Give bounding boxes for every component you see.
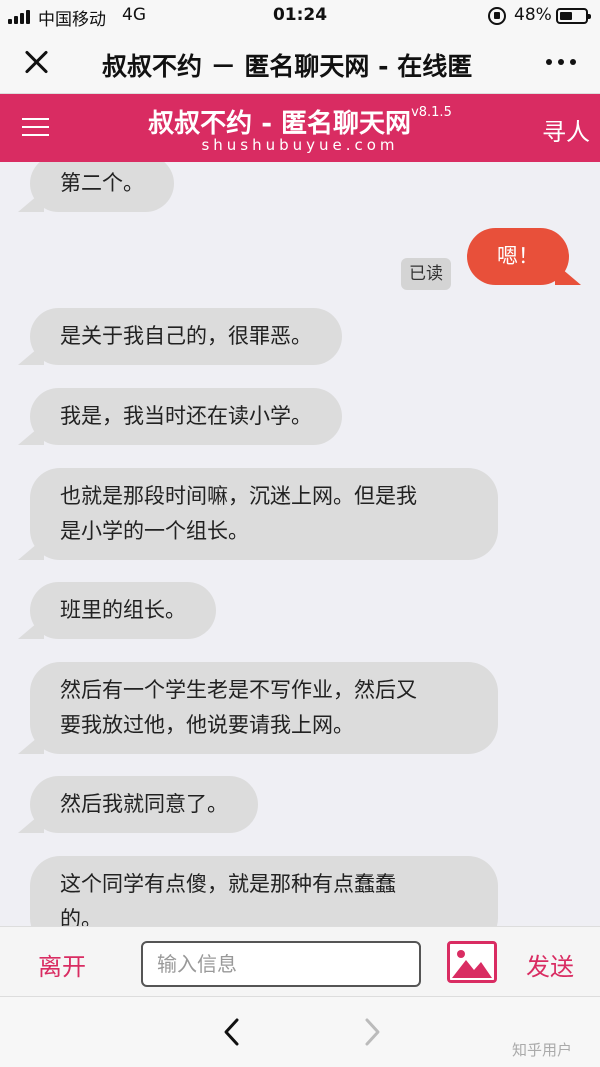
battery-percent: 48% [514,5,552,25]
composer-bar: 离开 发送 [0,926,600,996]
close-button[interactable] [20,46,52,78]
site-title: 叔叔不约 - 匿名聊天网v8.1.5 [0,103,600,140]
chevron-right-icon[interactable] [356,1017,386,1047]
more-options-button[interactable] [546,59,576,65]
message-bubble: 然后有一个学生老是不写作业，然后又 要我放过他，他说要请我上网。 [18,662,498,754]
chevron-left-icon[interactable] [218,1017,248,1047]
status-time: 01:24 [272,5,328,25]
leave-button[interactable]: 离开 [38,947,86,982]
browser-bottom-nav: 知乎用户 [0,996,600,1067]
site-header: 叔叔不约 - 匿名聊天网v8.1.5 shushubuyue.com 寻人 [0,94,600,162]
page-title: 叔叔不约 － 匿名聊天网 - 在线匿 [102,52,473,81]
message-bubble: 然后我就同意了。 [18,776,258,833]
message-input[interactable] [141,941,421,987]
site-version: v8.1.5 [411,105,452,120]
image-icon[interactable] [447,941,497,983]
read-receipt-badge: 已读 [401,258,451,290]
message-bubble: 我是，我当时还在读小学。 [18,388,342,445]
message-bubble: 班里的组长。 [18,582,216,639]
message-bubble: 第二个。 [18,162,174,212]
orientation-lock-icon [488,7,506,25]
message-bubble-own: 嗯！ [467,228,581,285]
status-bar: 中国移动 4G 01:24 48% [0,0,600,32]
message-bubble: 是关于我自己的，很罪恶。 [18,308,342,365]
battery-icon [556,8,591,24]
message-bubble: 这个同学有点傻，就是那种有点蠢蠢 的。 [30,856,498,926]
find-people-button[interactable]: 寻人 [542,112,590,147]
watermark: 知乎用户 [512,1041,573,1059]
message-bubble: 也就是那段时间嘛，沉迷上网。但是我 是小学的一个组长。 [18,468,498,560]
site-name: 叔叔不约 - 匿名聊天网 [148,109,412,139]
chat-area[interactable]: 第二个。 嗯！ 已读 是关于我自己的，很罪恶。 我是，我当时还在读小学。 也就是… [0,162,600,926]
send-button[interactable]: 发送 [526,947,574,982]
browser-title-bar: 叔叔不约 － 匿名聊天网 - 在线匿 [0,32,600,94]
site-domain: shushubuyue.com [201,136,399,154]
